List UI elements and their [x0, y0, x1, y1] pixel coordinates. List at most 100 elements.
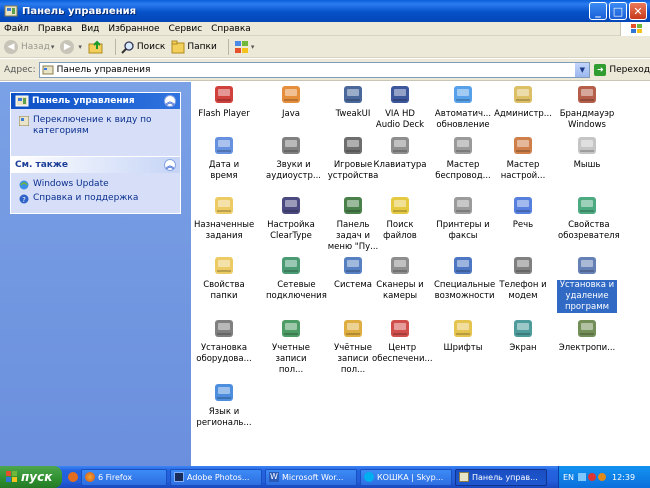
menu-bar: Файл Правка Вид Избранное Сервис Справка [0, 22, 650, 36]
control-panel-item[interactable]: Дата и время [193, 135, 255, 182]
control-panel-icon [459, 472, 469, 482]
control-panel-item[interactable]: Брандмауэр Windows [557, 84, 617, 131]
tray-security-icon[interactable] [588, 473, 597, 481]
menu-help[interactable]: Справка [211, 24, 251, 34]
folders-label: Папки [187, 41, 217, 52]
back-dropdown-icon[interactable]: ▾ [51, 43, 55, 51]
help-support-link[interactable]: ? Справка и поддержка [19, 193, 174, 204]
help-icon: ? [19, 194, 29, 204]
control-panel-item[interactable]: Электропи... [557, 318, 617, 354]
address-bar: Адрес: Панель управления ▼ ➜ Переход [0, 59, 650, 81]
control-panel-item[interactable]: Назначенные задания [193, 195, 255, 242]
tray-network-icon[interactable] [578, 473, 587, 481]
control-panel-item[interactable]: Свойства обозревателя [557, 195, 620, 242]
control-panel-section: Панель управления ︽ Переключение к виду … [10, 92, 181, 166]
folders-icon [171, 40, 185, 53]
menu-favorites[interactable]: Избранное [108, 24, 159, 34]
item-label: Свойства папки [203, 280, 245, 301]
security-center-icon [388, 318, 412, 340]
menu-file[interactable]: Файл [4, 24, 29, 34]
control-panel-item[interactable]: Речь [493, 195, 553, 231]
control-panel-item[interactable]: Установка оборудова... [193, 318, 255, 365]
collapse-icon[interactable]: ︽ [164, 95, 176, 107]
control-panel-item[interactable]: Java [265, 84, 317, 120]
control-panel-item[interactable]: Мастер настрой... [493, 135, 553, 182]
control-panel-item[interactable]: Учетные записи пол... [265, 318, 317, 376]
windows-update-icon [19, 180, 29, 190]
item-label: Звуки и аудиоустр... [266, 160, 321, 181]
control-panel-item[interactable]: Сканеры и камеры [371, 255, 429, 302]
network-wizard-icon [511, 135, 535, 157]
menu-tools[interactable]: Сервис [169, 24, 203, 34]
switch-category-view-link[interactable]: Переключение к виду по категориям [19, 115, 174, 137]
control-panel-item[interactable]: Специальные возможности [433, 255, 496, 302]
control-panel-item[interactable]: Клавиатура [371, 135, 429, 171]
forward-arrow-icon: ▶ [60, 39, 75, 54]
section-header[interactable]: Панель управления ︽ [11, 93, 180, 109]
tray-app-icon[interactable] [598, 473, 607, 481]
up-folder-button[interactable] [88, 40, 104, 54]
address-value: Панель управления [56, 64, 151, 75]
tweakui-icon [341, 84, 365, 106]
control-panel-item[interactable]: Автоматич... обновление [433, 84, 493, 131]
language-indicator[interactable]: EN [563, 473, 574, 482]
item-label: VIA HD Audio Deck [375, 109, 425, 130]
menu-view[interactable]: Вид [81, 24, 99, 34]
item-label: Автоматич... обновление [434, 109, 492, 130]
menu-edit[interactable]: Правка [38, 24, 72, 34]
control-panel-item[interactable]: Свойства папки [193, 255, 255, 302]
control-panel-item[interactable]: Язык и региональ... [193, 382, 255, 429]
word-icon: W [269, 472, 279, 482]
control-panel-item[interactable]: Телефон и модем [493, 255, 553, 302]
control-panel-item[interactable]: Звуки и аудиоустр... [265, 135, 321, 182]
task-control-panel[interactable]: Панель управ... [455, 468, 547, 486]
control-panel-item[interactable]: Мышь [557, 135, 617, 171]
control-panel-item[interactable]: Мастер беспровод... [433, 135, 493, 182]
address-label: Адрес: [4, 64, 36, 75]
fonts-icon [451, 318, 475, 340]
task-photoshop[interactable]: Adobe Photos... [170, 468, 262, 486]
go-button[interactable]: ➜ Переход [594, 63, 650, 76]
link-label: Windows Update [33, 179, 109, 189]
quick-launch-icon[interactable] [68, 472, 78, 482]
scheduled-tasks-icon [212, 195, 236, 217]
item-label: Шрифты [443, 343, 483, 353]
maximize-button[interactable]: □ [609, 2, 627, 20]
mouse-icon [575, 135, 599, 157]
task-word[interactable]: W Microsoft Wor... [265, 468, 357, 486]
control-panel-item[interactable]: Экран [493, 318, 553, 354]
windows-update-link[interactable]: Windows Update [19, 179, 174, 190]
task-skype[interactable]: КОШКА | Skyp... [360, 468, 452, 486]
address-dropdown-icon[interactable]: ▼ [575, 62, 590, 77]
control-panel-item[interactable]: Настройка ClearType [265, 195, 317, 242]
control-panel-item[interactable]: Поиск файлов [371, 195, 429, 242]
control-panel-item[interactable]: Центр обеспечени... [371, 318, 433, 365]
search-files-icon [388, 195, 412, 217]
back-button[interactable]: ◀ Назад ▾ [4, 39, 55, 54]
address-input[interactable]: Панель управления ▼ [38, 61, 591, 78]
title-bar[interactable]: Панель управления _ □ ✕ [0, 0, 650, 22]
control-panel-item[interactable]: Установка и удаление программ [557, 255, 617, 313]
search-button[interactable]: Поиск [121, 40, 165, 54]
folders-button[interactable]: Папки [171, 40, 217, 54]
control-panel-item[interactable]: VIA HD Audio Deck [371, 84, 429, 131]
regional-icon [212, 382, 236, 404]
section-header[interactable]: См. также ︽ [11, 157, 180, 173]
control-panel-item[interactable]: Сетевые подключения [265, 255, 327, 302]
collapse-icon[interactable]: ︽ [164, 159, 176, 171]
start-button[interactable]: пуск [0, 466, 62, 488]
minimize-button[interactable]: _ [589, 2, 607, 20]
views-button[interactable]: ▾ [234, 40, 254, 54]
control-panel-items: Flash Player Java TweakUI VIA HD Audio Deck… [191, 82, 650, 466]
control-panel-item[interactable]: Принтеры и факсы [433, 195, 493, 242]
item-label: Специальные возможности [434, 280, 496, 301]
forward-dropdown-icon[interactable]: ▾ [78, 43, 82, 51]
forward-button[interactable]: ▶ ▾ [60, 39, 82, 54]
task-firefox[interactable]: 6 Firefox [81, 468, 167, 486]
control-panel-item[interactable]: Администр... [493, 84, 553, 120]
control-panel-item[interactable]: Flash Player [193, 84, 255, 120]
close-button[interactable]: ✕ [629, 2, 647, 20]
link-label: Справка и поддержка [33, 193, 139, 203]
control-panel-icon [15, 95, 29, 107]
control-panel-item[interactable]: Шрифты [433, 318, 493, 354]
